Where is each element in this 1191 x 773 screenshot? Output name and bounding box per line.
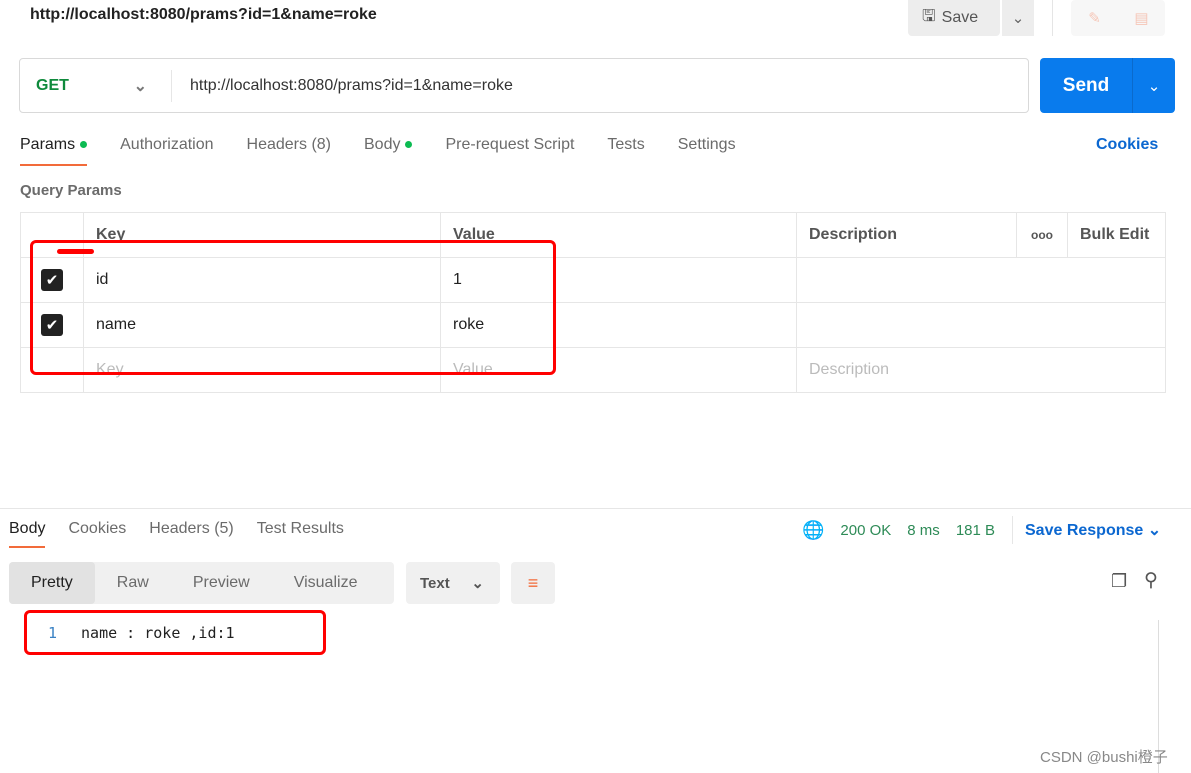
url-input[interactable]: http://localhost:8080/prams?id=1&name=ro…	[172, 77, 513, 95]
chevron-down-icon: ⌄	[1147, 522, 1162, 539]
url-bar: GET ⌄ http://localhost:8080/prams?id=1&na…	[19, 58, 1029, 113]
cookies-link[interactable]: Cookies	[1096, 136, 1158, 154]
view-visualize[interactable]: Visualize	[272, 562, 380, 604]
tab-label: Body	[364, 136, 401, 153]
view-raw[interactable]: Raw	[95, 562, 171, 604]
chevron-down-icon: ⌄	[471, 575, 484, 592]
more-options-button[interactable]: ooo	[1016, 212, 1068, 258]
tab-authorization[interactable]: Authorization	[120, 136, 213, 166]
divider	[1012, 516, 1013, 544]
response-status: 🌐 200 OK 8 ms 181 B	[802, 520, 995, 541]
format-select[interactable]: Text ⌄	[406, 562, 500, 604]
wrap-lines-icon[interactable]: ≡	[511, 562, 555, 604]
save-response-button[interactable]: Save Response ⌄	[1025, 520, 1161, 540]
save-label: Save	[941, 9, 979, 26]
watermark: CSDN @bushi橙子	[1040, 749, 1168, 766]
status-dot	[80, 141, 88, 149]
divider	[0, 508, 1191, 509]
tab-label: Params	[20, 136, 76, 153]
chevron-down-icon: ⌄	[133, 77, 147, 95]
tab-body[interactable]: Body	[364, 136, 413, 166]
request-tabs: Params Authorization Headers (8) Body Pr…	[20, 136, 769, 166]
globe-icon: 🌐	[802, 520, 825, 540]
search-icon[interactable]: ⚲	[1144, 569, 1158, 592]
tab-headers[interactable]: Headers (8)	[247, 136, 331, 166]
tab-params[interactable]: Params	[20, 136, 88, 166]
description-input[interactable]: Description	[796, 347, 1166, 393]
method-label: GET	[36, 76, 69, 94]
annotation-mark	[57, 249, 94, 254]
tab-response-headers[interactable]: Headers (5)	[149, 520, 233, 548]
save-icon: 🖫	[922, 7, 936, 25]
chevron-down-icon[interactable]: ⌄	[1132, 58, 1175, 113]
send-button[interactable]: Send ⌄	[1040, 58, 1175, 113]
status-code[interactable]: 200 OK	[840, 522, 891, 539]
tab-test-results[interactable]: Test Results	[257, 520, 344, 548]
annotation-box	[30, 240, 556, 375]
save-button[interactable]: 🖫 Save	[908, 0, 1000, 36]
send-label: Send	[1062, 74, 1110, 96]
tab-response-body[interactable]: Body	[9, 520, 46, 548]
view-tabs: Pretty Raw Preview Visualize	[9, 562, 394, 604]
comment-icon[interactable]: ▤	[1118, 0, 1165, 36]
status-dot	[405, 141, 413, 149]
edit-buttons: ✎ ▤	[1071, 0, 1165, 36]
request-title: http://localhost:8080/prams?id=1&name=ro…	[30, 6, 377, 23]
bulk-edit-button[interactable]: Bulk Edit	[1067, 212, 1166, 258]
response-size[interactable]: 181 B	[956, 522, 995, 539]
pencil-icon[interactable]: ✎	[1071, 0, 1118, 36]
save-dropdown-button[interactable]: ⌄	[1002, 0, 1034, 36]
tab-pre-request-script[interactable]: Pre-request Script	[445, 136, 574, 166]
view-pretty[interactable]: Pretty	[9, 562, 95, 604]
header-description: Description	[796, 212, 1017, 258]
description-cell[interactable]	[796, 302, 1166, 348]
response-time[interactable]: 8 ms	[907, 522, 940, 539]
query-params-title: Query Params	[20, 182, 122, 199]
copy-icon[interactable]: ❐	[1111, 571, 1127, 592]
tab-settings[interactable]: Settings	[678, 136, 736, 166]
view-preview[interactable]: Preview	[171, 562, 272, 604]
response-tabs: Body Cookies Headers (5) Test Results	[9, 520, 367, 548]
format-label: Text	[420, 574, 450, 592]
tab-response-cookies[interactable]: Cookies	[68, 520, 126, 548]
save-response-label: Save Response	[1025, 522, 1144, 539]
divider	[1052, 0, 1053, 36]
method-select[interactable]: GET ⌄	[20, 69, 172, 102]
tab-tests[interactable]: Tests	[607, 136, 644, 166]
description-cell[interactable]	[796, 257, 1166, 303]
annotation-box	[24, 610, 326, 655]
